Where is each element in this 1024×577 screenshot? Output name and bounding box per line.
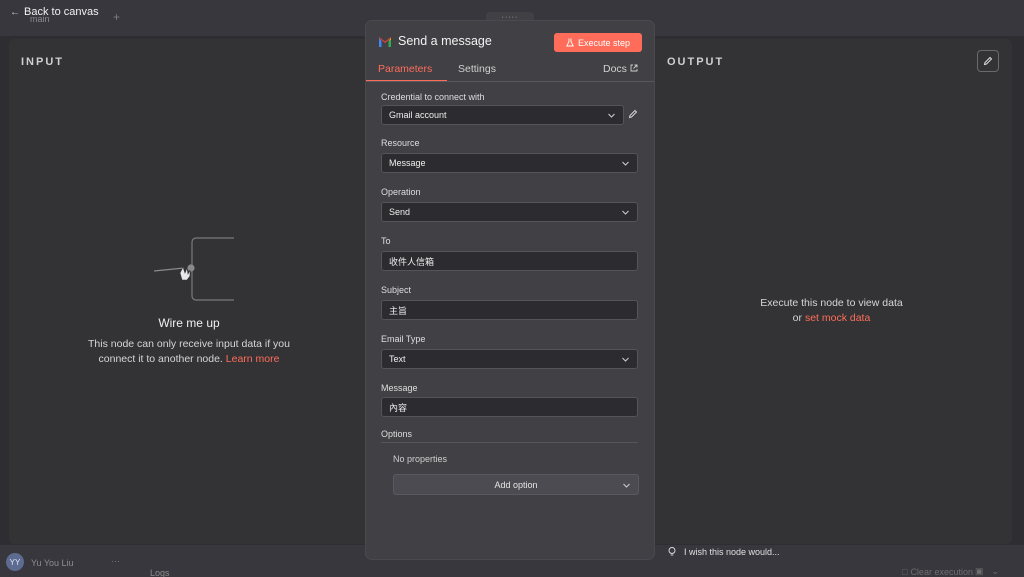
- to-input[interactable]: 收件人信箱: [381, 251, 638, 271]
- edit-output-button[interactable]: [977, 50, 999, 72]
- execute-step-label: Execute step: [577, 37, 631, 48]
- to-label: To: [381, 236, 391, 246]
- feedback-link[interactable]: I wish this node would...: [668, 547, 780, 557]
- flask-icon: [566, 38, 574, 47]
- credential-select[interactable]: Gmail account: [381, 105, 624, 125]
- more-icon[interactable]: ···: [111, 556, 120, 566]
- chevron-down-icon: [622, 357, 629, 362]
- user-name: Yu You Liu: [31, 558, 74, 568]
- output-line2: or set mock data: [651, 311, 1012, 326]
- popout-icon[interactable]: ▣: [975, 566, 984, 577]
- chevron-down-icon: [622, 161, 629, 166]
- execute-step-button[interactable]: Execute step: [554, 33, 642, 52]
- chevron-down-icon[interactable]: ⌄: [992, 566, 1000, 577]
- output-pane: OUTPUT Execute this node to view data or…: [651, 39, 1012, 544]
- email-type-select[interactable]: Text: [381, 349, 638, 369]
- output-or: or: [792, 312, 803, 324]
- tab-settings[interactable]: Settings: [458, 63, 496, 75]
- learn-more-link[interactable]: Learn more: [226, 353, 280, 365]
- no-properties-text: No properties: [393, 454, 448, 464]
- gmail-icon: [379, 37, 391, 47]
- docs-link[interactable]: Docs: [603, 63, 638, 75]
- operation-value: Send: [389, 207, 411, 217]
- tab-parameters[interactable]: Parameters: [378, 63, 432, 75]
- output-line1: Execute this node to view data: [760, 297, 903, 309]
- set-mock-data-link[interactable]: set mock data: [805, 312, 870, 324]
- wire-me-up-title: Wire me up: [158, 316, 220, 330]
- back-to-canvas-button[interactable]: ← Back to canvas: [10, 6, 99, 18]
- email-type-value: Text: [389, 354, 406, 364]
- options-divider: [381, 442, 638, 443]
- edit-credential-icon[interactable]: [628, 109, 638, 119]
- node-title[interactable]: Send a message: [398, 34, 492, 48]
- input-title: INPUT: [21, 56, 64, 68]
- operation-label: Operation: [381, 187, 421, 197]
- clear-execution-button[interactable]: □ Clear execution: [902, 567, 973, 577]
- credential-value: Gmail account: [389, 110, 447, 120]
- header-divider: [366, 81, 654, 82]
- panel-controls: ▣ ⌄: [975, 566, 999, 577]
- subject-input[interactable]: 主旨: [381, 300, 638, 320]
- external-link-icon: [630, 64, 638, 72]
- clear-execution-label: Clear execution: [910, 567, 973, 577]
- wire-me-up-text: This node can only receive input data if…: [69, 337, 309, 367]
- lightbulb-icon: [668, 547, 676, 556]
- pencil-icon: [983, 56, 993, 66]
- message-label: Message: [381, 383, 418, 393]
- feedback-label: I wish this node would...: [684, 547, 780, 557]
- message-input[interactable]: 內容: [381, 397, 638, 417]
- add-option-label: Add option: [494, 479, 538, 490]
- logs-label[interactable]: Logs: [150, 568, 170, 577]
- add-option-button[interactable]: Add option: [393, 474, 639, 495]
- docs-label: Docs: [603, 63, 627, 75]
- resource-label: Resource: [381, 138, 420, 148]
- resource-value: Message: [389, 158, 426, 168]
- options-label: Options: [381, 429, 413, 439]
- node-details-panel: Send a message Execute step Parameters S…: [366, 21, 654, 559]
- add-tab-icon[interactable]: +: [113, 10, 120, 24]
- chevron-down-icon: [623, 483, 630, 488]
- resource-select[interactable]: Message: [381, 153, 638, 173]
- arrow-left-icon: ←: [10, 6, 20, 18]
- node-header: Send a message Execute step Parameters S…: [366, 21, 654, 82]
- input-pane: INPUT Wire me up This node can only rece…: [9, 39, 369, 544]
- subject-label: Subject: [381, 285, 412, 295]
- chevron-down-icon: [608, 113, 615, 118]
- trash-icon: □: [902, 567, 908, 577]
- chevron-down-icon: [622, 210, 629, 215]
- credential-label: Credential to connect with: [381, 92, 485, 102]
- operation-select[interactable]: Send: [381, 202, 638, 222]
- output-title: OUTPUT: [667, 56, 725, 68]
- output-empty-text: Execute this node to view data or set mo…: [651, 296, 1012, 326]
- avatar[interactable]: YY: [6, 553, 24, 571]
- email-type-label: Email Type: [381, 334, 426, 344]
- back-label: Back to canvas: [24, 6, 99, 18]
- wire-illustration: [153, 237, 234, 301]
